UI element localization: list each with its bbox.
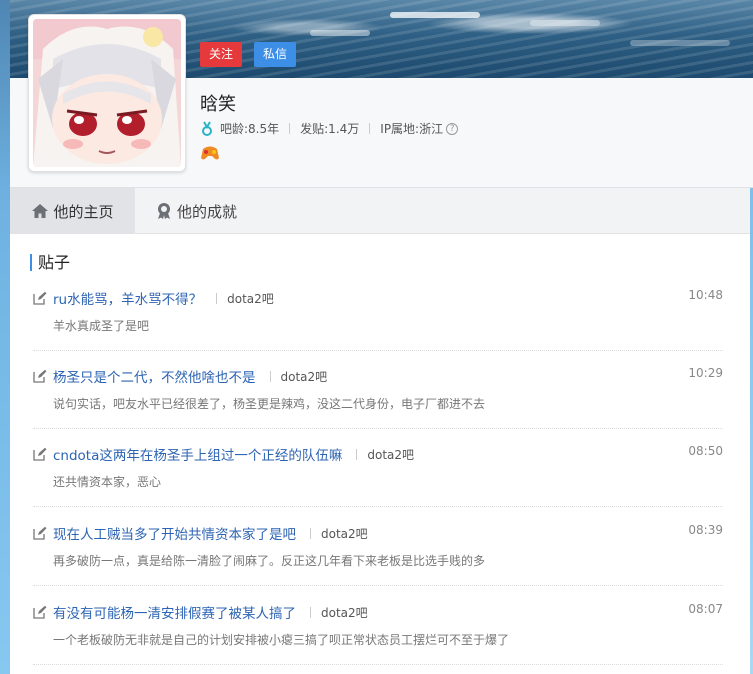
forum-link[interactable]: dota2吧 xyxy=(321,604,368,621)
edit-icon xyxy=(33,526,47,540)
post-time: 10:29 xyxy=(688,366,723,380)
forum-link[interactable]: dota2吧 xyxy=(367,446,414,463)
medal-icon xyxy=(158,203,170,219)
tab-home-label: 他的主页 xyxy=(53,202,114,221)
post-excerpt: 羊水真成圣了是吧 xyxy=(53,319,150,333)
section-title: 贴子 xyxy=(30,254,70,271)
avatar-image xyxy=(33,19,181,167)
post-excerpt: 再多破防一点，真是给陈一清脸了闹麻了。反正这几年看下来老板是比选手贱的多 xyxy=(53,554,486,568)
message-button[interactable]: 私信 xyxy=(254,42,297,67)
divider xyxy=(216,292,218,304)
forum-link[interactable]: dota2吧 xyxy=(281,368,328,385)
edit-icon xyxy=(33,291,47,305)
avatar[interactable] xyxy=(28,14,186,172)
divider xyxy=(310,606,311,618)
divider xyxy=(289,123,291,134)
post-excerpt: 一个老板破防无非就是自己的计划安排被小瘪三搞了呗正常状态员工摆烂可不至于爆了 xyxy=(53,633,510,647)
help-icon[interactable]: ? xyxy=(446,122,459,135)
home-icon xyxy=(32,204,49,218)
user-meta: 吧龄:8.5年 发贴:1.4万 IP属地:浙江 ? xyxy=(200,120,459,137)
post-title[interactable]: 有没有可能杨一清安排假赛了被某人搞了 xyxy=(53,602,296,622)
post-title[interactable]: 杨圣只是个二代，不然他啥也不是 xyxy=(53,366,256,386)
tab-achievements-label: 他的成就 xyxy=(177,202,238,221)
list-item: cndota这两年在杨圣手上组过一个正经的队伍嘛 dota2吧 08:50 还共… xyxy=(33,444,723,507)
post-title[interactable]: cndota这两年在杨圣手上组过一个正经的队伍嘛 xyxy=(53,444,342,464)
tab-achievements[interactable]: 他的成就 xyxy=(135,188,257,234)
profile-tabs: 他的主页 他的成就 xyxy=(10,188,750,234)
edit-icon xyxy=(33,369,47,383)
username: 晗笑 xyxy=(200,94,236,115)
divider xyxy=(369,123,371,134)
follow-button[interactable]: 关注 xyxy=(200,42,243,67)
forum-link[interactable]: dota2吧 xyxy=(321,525,368,542)
list-item: 现在人工贼当多了开始共情资本家了是吧 dota2吧 08:39 再多破防一点，真… xyxy=(33,523,723,586)
post-time: 10:48 xyxy=(688,288,723,302)
page-background xyxy=(0,0,10,674)
post-excerpt: 说句实话，吧友水平已经很差了，杨圣更是辣鸡，没这二代身份，电子厂都进不去 xyxy=(53,397,486,411)
edit-icon xyxy=(33,605,47,619)
post-time: 08:50 xyxy=(688,444,723,458)
main-content: 贴子 ru水能骂，羊水骂不得？ dota2吧 10:48 羊水真成圣了是吧 杨圣… xyxy=(10,234,750,674)
post-title[interactable]: 现在人工贼当多了开始共情资本家了是吧 xyxy=(53,523,296,543)
gender-icon xyxy=(202,120,212,136)
list-item: 有没有可能杨一清安排假赛了被某人搞了 dota2吧 08:07 一个老板破防无非… xyxy=(33,602,723,665)
forum-link[interactable]: dota2吧 xyxy=(227,290,274,307)
post-title[interactable]: ru水能骂，羊水骂不得？ xyxy=(53,288,202,308)
post-time: 08:07 xyxy=(688,602,723,616)
post-excerpt: 还共情资本家，恶心 xyxy=(53,475,162,489)
list-item: 杨圣只是个二代，不然他啥也不是 dota2吧 10:29 说句实话，吧友水平已经… xyxy=(33,366,723,429)
bar-age: 吧龄:8.5年 xyxy=(220,122,280,136)
tab-home[interactable]: 他的主页 xyxy=(10,188,135,234)
gamepad-badge-icon[interactable] xyxy=(200,144,220,162)
edit-icon xyxy=(33,447,47,461)
list-item: ru水能骂，羊水骂不得？ dota2吧 10:48 羊水真成圣了是吧 xyxy=(33,288,723,351)
post-time: 08:39 xyxy=(688,523,723,537)
post-count: 发贴:1.4万 xyxy=(300,122,360,136)
ip-location: IP属地:浙江 xyxy=(380,122,444,136)
divider xyxy=(356,448,358,460)
divider xyxy=(269,370,271,382)
divider xyxy=(310,527,311,539)
